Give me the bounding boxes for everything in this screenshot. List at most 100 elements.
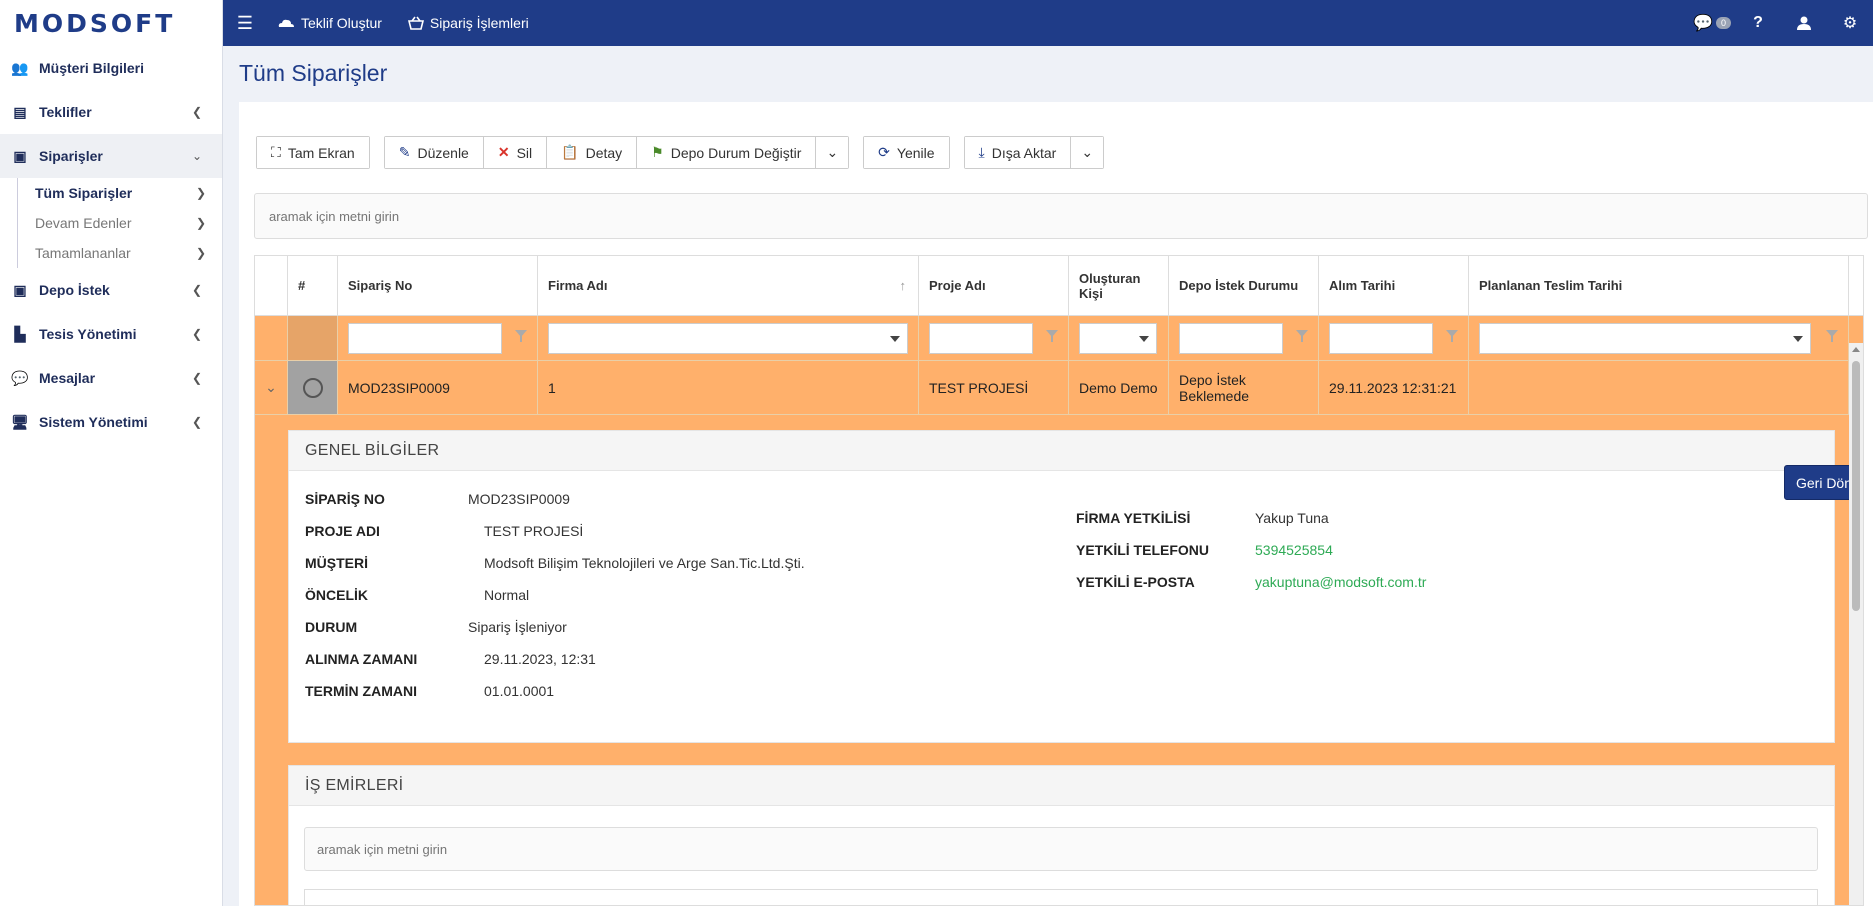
sidebar-item-system-management[interactable]: 🖥 Sistem Yönetimi ❮	[0, 400, 222, 444]
sidebar-item-orders[interactable]: ▣ Siparişler ⌄	[0, 134, 222, 178]
filter-planned-delivery-input[interactable]	[1479, 322, 1811, 354]
filter-icon[interactable]	[1446, 330, 1458, 342]
briefcase-icon: ▣	[13, 281, 27, 298]
dropdown-arrow-icon	[890, 335, 900, 342]
search-input[interactable]	[254, 193, 1868, 239]
cell-depot-status: Depo İstek Beklemede	[1169, 361, 1319, 414]
filter-depot-status-input[interactable]	[1179, 322, 1283, 354]
order-operations-link[interactable]: Sipariş İşlemleri	[407, 15, 529, 31]
chevron-right-icon: ❯	[195, 246, 206, 260]
filter-cell-planned-delivery	[1469, 316, 1849, 360]
sidebar-item-messages[interactable]: 💬 Mesajlar ❮	[0, 356, 222, 400]
fullscreen-button[interactable]: ⛶ Tam Ekran	[257, 137, 369, 168]
grid-header: # Sipariş No Firma Adı ↑ Proje Adı Oluşt…	[255, 256, 1863, 316]
filter-icon[interactable]	[1046, 330, 1058, 342]
download-icon: ⤓	[978, 144, 985, 160]
depot-status-button[interactable]: ⚑ Depo Durum Değiştir	[637, 137, 817, 168]
clipboard-icon: 📋	[561, 144, 579, 160]
delete-label: Sil	[516, 144, 533, 161]
cell-purchase-date: 29.11.2023 12:31:21	[1319, 361, 1469, 414]
create-offer-label: Teklif Oluştur	[301, 15, 382, 31]
contact-email-link[interactable]: yakuptuna@modsoft.com.tr	[1255, 574, 1426, 590]
refresh-button[interactable]: ⟳ Yenile	[864, 137, 949, 168]
column-header-company[interactable]: Firma Adı ↑	[538, 256, 919, 315]
column-header-order-no[interactable]: Sipariş No	[338, 256, 538, 315]
file-icon: ▤	[13, 103, 27, 120]
info-label: SİPARİŞ NO	[305, 491, 385, 507]
chevron-down-icon: ⌄	[826, 144, 839, 160]
column-header-planned-delivery[interactable]: Planlanan Teslim Tarihi	[1469, 256, 1849, 315]
orders-submenu: Tüm Siparişler ❯ Devam Edenler ❯ Tamamla…	[0, 178, 222, 268]
export-dropdown[interactable]: ⌄	[1071, 137, 1104, 168]
filter-project-input[interactable]	[929, 322, 1033, 354]
sidebar-item-customer-info[interactable]: 👥 Müşteri Bilgileri	[0, 46, 222, 90]
cell-company: 1	[538, 361, 919, 414]
column-header-creator[interactable]: Oluşturan Kişi	[1069, 256, 1169, 315]
cell-order-no: MOD23SIP0009	[338, 361, 538, 414]
chevron-right-icon: ❯	[195, 216, 206, 230]
column-header-purchase-date[interactable]: Alım Tarihi	[1319, 256, 1469, 315]
sidebar-item-label: Müşteri Bilgileri	[39, 60, 145, 76]
grid-scrollbar[interactable]	[1849, 343, 1863, 905]
user-button[interactable]	[1781, 0, 1827, 46]
filter-icon[interactable]	[1826, 330, 1838, 342]
filter-planned-delivery-select[interactable]	[1479, 322, 1811, 354]
delete-button[interactable]: ✕ Sil	[483, 137, 548, 168]
filter-creator-select[interactable]	[1079, 322, 1157, 354]
messages-button[interactable]: 💬 0	[1689, 0, 1735, 46]
industry-icon: ▙	[14, 325, 26, 342]
sidebar-subitem-ongoing[interactable]: Devam Edenler ❯	[17, 208, 222, 238]
sidebar-item-depot-request[interactable]: ▣ Depo İstek ❮	[0, 268, 222, 312]
sidebar-subitem-all-orders[interactable]: Tüm Siparişler ❯	[17, 178, 222, 208]
edit-button[interactable]: ✎ Düzenle	[384, 137, 484, 168]
order-operations-label: Sipariş İşlemleri	[429, 15, 529, 31]
sidebar-item-facility-management[interactable]: ▙ Tesis Yönetimi ❮	[0, 312, 222, 356]
filter-company-input[interactable]	[548, 322, 908, 354]
chevron-down-icon: ⌄	[1081, 144, 1094, 160]
info-value: TEST PROJESİ	[484, 523, 584, 539]
page-title: Tüm Siparişler	[239, 60, 388, 86]
export-group: ⤓ Dışa Aktar ⌄	[963, 136, 1105, 169]
contact-phone-link[interactable]: 5394525854	[1255, 542, 1333, 558]
sidebar-subitem-completed[interactable]: Tamamlananlar ❯	[17, 238, 222, 268]
column-header-depot-status[interactable]: Depo İstek Durumu	[1169, 256, 1319, 315]
info-value: Modsoft Bilişim Teknolojileri ve Arge Sa…	[484, 555, 805, 571]
filter-company-select[interactable]	[548, 322, 908, 354]
info-label: PROJE ADI	[305, 523, 380, 539]
row-select-cell[interactable]	[288, 361, 338, 414]
work-orders-search-input[interactable]	[304, 827, 1818, 871]
settings-button[interactable]: ⚙	[1827, 0, 1873, 46]
filter-icon[interactable]	[1296, 330, 1308, 342]
top-right-icons: 💬 0 ? ⚙	[1689, 0, 1873, 46]
logo-container[interactable]: MODSOFT	[0, 0, 223, 46]
create-offer-link[interactable]: Teklif Oluştur	[277, 15, 382, 31]
work-orders-panel: İŞ EMİRLERİ	[288, 765, 1835, 905]
info-value: MOD23SIP0009	[468, 491, 570, 507]
chevron-left-icon: ❮	[191, 105, 202, 119]
filter-order-no-input[interactable]	[348, 322, 502, 354]
filter-row	[255, 316, 1863, 361]
filter-cell-index	[288, 316, 338, 360]
sidebar-item-label: Sistem Yönetimi	[39, 414, 148, 430]
compress-icon: ⛶	[271, 144, 281, 160]
refresh-icon: ⟳	[878, 144, 890, 160]
scroll-up-icon[interactable]	[1852, 347, 1860, 352]
detail-button[interactable]: 📋 Detay	[547, 137, 638, 168]
sidebar-item-offers[interactable]: ▤ Teklifler ❮	[0, 90, 222, 134]
row-expand-toggle[interactable]: ⌄	[255, 361, 288, 414]
column-header-project[interactable]: Proje Adı	[919, 256, 1069, 315]
filter-icon[interactable]	[515, 330, 527, 342]
sort-up-icon: ↑	[899, 278, 907, 293]
filter-purchase-date-input[interactable]	[1329, 322, 1433, 354]
column-header-index[interactable]: #	[288, 256, 338, 315]
scrollbar-thumb[interactable]	[1852, 361, 1860, 611]
row-select-radio[interactable]	[302, 377, 323, 398]
sidebar-item-label: Mesajlar	[39, 370, 96, 386]
depot-status-dropdown[interactable]: ⌄	[816, 137, 849, 168]
export-button[interactable]: ⤓ Dışa Aktar	[964, 137, 1072, 168]
hamburger-menu-button[interactable]: ☰	[223, 0, 267, 46]
help-button[interactable]: ?	[1735, 0, 1781, 46]
table-row[interactable]: ⌄ MOD23SIP0009 1 TEST PROJESİ Demo Demo …	[255, 361, 1863, 415]
filter-cell-expand	[255, 316, 288, 360]
info-value: Normal	[484, 587, 530, 603]
